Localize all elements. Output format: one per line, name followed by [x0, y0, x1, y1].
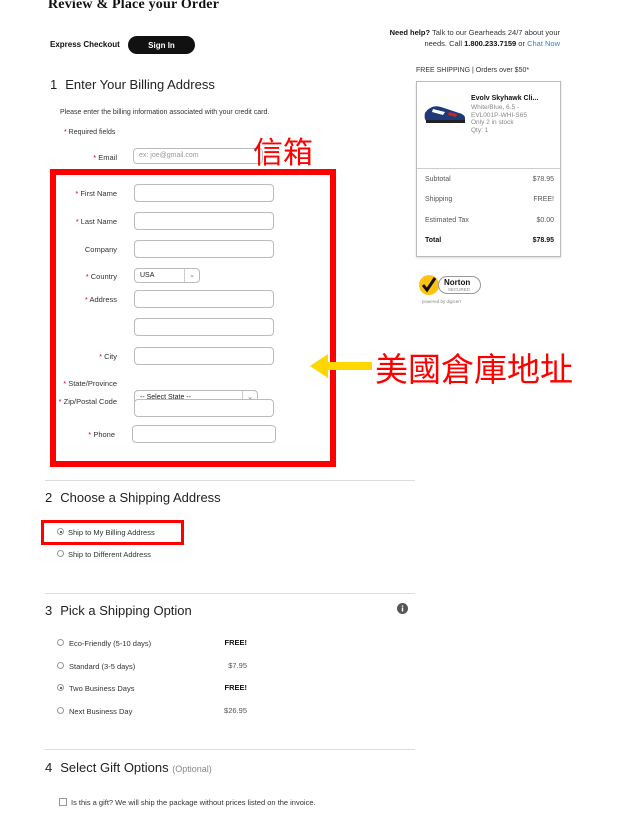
- next-business-day-price: $26.95: [224, 706, 247, 715]
- section-divider: [45, 593, 415, 594]
- order-summary-box: Evolv Skyhawk Cli... White/Blue, 6.5 - E…: [416, 81, 561, 257]
- country-select[interactable]: USA ⌄: [134, 268, 200, 283]
- norton-secured: SECURED: [448, 287, 471, 292]
- gift-options-title: 4 Select Gift Options (Optional): [45, 760, 212, 775]
- page-title: Review & Place your Order: [48, 0, 220, 12]
- billing-instructions: Please enter the billing information ass…: [60, 109, 270, 116]
- two-business-days-price: FREE!: [224, 683, 248, 692]
- radio-eco-friendly[interactable]: [57, 639, 64, 646]
- zip-field[interactable]: [134, 399, 274, 417]
- address-line2-field[interactable]: [134, 318, 274, 336]
- section-divider: [45, 749, 415, 750]
- standard-label: Standard (3-5 days): [69, 662, 136, 671]
- email-label: * Email: [93, 153, 117, 162]
- radio-standard[interactable]: [57, 662, 64, 669]
- next-business-day-label: Next Business Day: [69, 707, 133, 716]
- shoe-image: [424, 106, 465, 123]
- annotation-email: 信箱: [253, 136, 313, 171]
- radio-ship-billing[interactable]: [57, 528, 64, 535]
- state-label: * State/Province: [63, 379, 117, 388]
- last-name-label: * Last Name: [75, 217, 117, 226]
- norton-badge: Norton SECURED: [438, 276, 481, 294]
- free-shipping-banner: FREE SHIPPING | Orders over $50*: [416, 67, 530, 74]
- city-label: * City: [99, 352, 117, 361]
- help-text: Need help? Talk to our Gearheads 24/7 ab…: [370, 27, 560, 49]
- total-row: Total $78.95: [425, 237, 554, 244]
- norton-powered: powered by digicert: [422, 299, 462, 304]
- shipping-address-title: 2 Choose a Shipping Address: [45, 490, 221, 505]
- phone-label: * Phone: [88, 430, 115, 439]
- city-field[interactable]: [134, 347, 274, 365]
- first-name-field[interactable]: [134, 184, 274, 202]
- radio-ship-different[interactable]: [57, 550, 64, 557]
- express-checkout-label: Express Checkout: [50, 40, 120, 49]
- country-label: * Country: [85, 272, 117, 281]
- eco-friendly-label: Eco-Friendly (5-10 days): [69, 639, 152, 648]
- shipping-row: Shipping FREE!: [425, 196, 554, 203]
- standard-price: $7.95: [228, 661, 247, 670]
- shipping-option-title: 3 Pick a Shipping Option: [45, 603, 192, 618]
- info-icon[interactable]: [397, 603, 408, 614]
- tax-row: Estimated Tax $0.00: [425, 217, 554, 224]
- annotation-us-warehouse: 美國倉庫地址: [375, 350, 573, 389]
- help-or: or: [516, 39, 528, 48]
- chevron-down-icon: ⌄: [184, 269, 199, 282]
- sign-in-button[interactable]: Sign In: [128, 36, 195, 54]
- product-name-link[interactable]: Evolv Skyhawk Cli...: [471, 95, 538, 102]
- email-field[interactable]: ex: joe@gmail.com: [133, 148, 263, 164]
- company-label: Company: [84, 245, 117, 254]
- chat-now-link[interactable]: Chat Now: [527, 39, 560, 48]
- norton-seal[interactable]: Norton SECURED powered by digicert: [418, 274, 482, 310]
- required-fields-note: * Required fields: [64, 129, 116, 136]
- radio-next-business-day[interactable]: [57, 707, 64, 714]
- phone-number: 1.800.233.7159: [464, 39, 517, 48]
- gift-checkbox-label: Is this a gift? We will ship the package…: [71, 798, 316, 807]
- section-title-text: Enter Your Billing Address: [65, 77, 215, 92]
- need-help-label: Need help?: [389, 28, 431, 37]
- first-name-label: * First Name: [75, 189, 117, 198]
- eco-friendly-price: FREE!: [224, 638, 248, 647]
- address-line1-field[interactable]: [134, 290, 274, 308]
- radio-two-business-days[interactable]: [57, 684, 64, 691]
- company-field[interactable]: [134, 240, 274, 258]
- arrow-left-icon: [310, 354, 372, 378]
- product-details: White/Blue, 6.5 - EVL001P-WHI-S65 Only 2…: [471, 104, 527, 134]
- ship-billing-label: Ship to My Billing Address: [68, 528, 155, 537]
- gift-checkbox[interactable]: [59, 798, 67, 806]
- section-number: 1: [50, 77, 58, 92]
- ship-different-label: Ship to Different Address: [68, 550, 151, 559]
- zip-label: * Zip/Postal Code: [58, 397, 117, 406]
- norton-brand: Norton: [444, 278, 471, 287]
- last-name-field[interactable]: [134, 212, 274, 230]
- summary-divider: [417, 168, 560, 169]
- phone-field[interactable]: [132, 425, 276, 443]
- billing-section-title: 1 Enter Your Billing Address: [50, 77, 215, 92]
- check-icon: [419, 275, 439, 295]
- two-business-days-label: Two Business Days: [69, 684, 135, 693]
- subtotal-row: Subtotal $78.95: [425, 176, 554, 183]
- address-label: * Address: [84, 295, 117, 304]
- section-divider: [45, 480, 415, 481]
